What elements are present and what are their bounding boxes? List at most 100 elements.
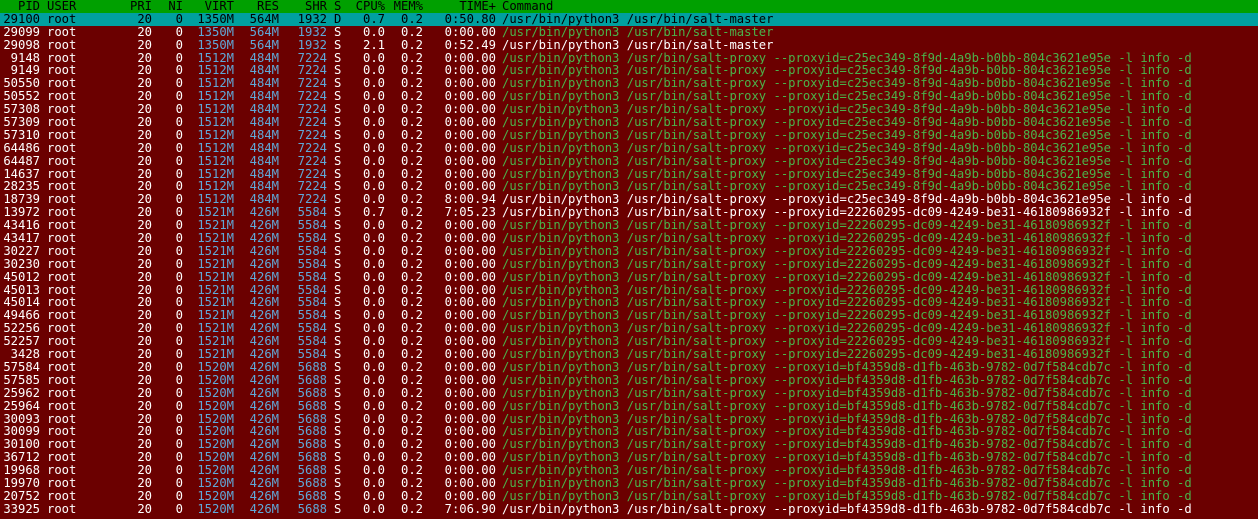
column-header-user[interactable]: USER [47, 0, 117, 13]
process-mem: 0.2 [400, 12, 423, 26]
process-shr: 7224 [297, 77, 327, 91]
process-priority: 20 [137, 270, 152, 284]
process-shr: 1932 [297, 25, 327, 39]
process-row[interactable]: 50552 root 20 0 1512M 484M 7224 S 0.0 0.2 0:00.00 /… [0, 90, 1258, 103]
column-header-command[interactable]: Command [502, 0, 1258, 13]
process-row[interactable]: 25964 root 20 0 1520M 426M 5688 S 0.0 0.2 0:00.00 /… [0, 400, 1258, 413]
process-row[interactable]: 57585 root 20 0 1520M 426M 5688 S 0.0 0.2 0:00.00 /… [0, 374, 1258, 387]
process-state: S [334, 206, 342, 220]
column-header-ni[interactable]: NI [157, 0, 183, 13]
process-row[interactable]: 50550 root 20 0 1512M 484M 7224 S 0.0 0.2 0:00.00 /… [0, 77, 1258, 90]
process-row[interactable]: 30099 root 20 0 1520M 426M 5688 S 0.0 0.2 0:00.00 /… [0, 425, 1258, 438]
process-res: 484M [249, 167, 279, 181]
process-res: 484M [249, 77, 279, 91]
process-state: S [334, 103, 342, 117]
process-row[interactable]: 30100 root 20 0 1520M 426M 5688 S 0.0 0.2 0:00.00 /… [0, 438, 1258, 451]
process-row[interactable]: 14637 root 20 0 1512M 484M 7224 S 0.0 0.2 0:00.00 /… [0, 168, 1258, 181]
process-row[interactable]: 30230 root 20 0 1521M 426M 5584 S 0.0 0.2 0:00.00 /… [0, 258, 1258, 271]
process-row[interactable]: 9149 root 20 0 1512M 484M 7224 S 0.0 0.2 0:00.00/u… [0, 64, 1258, 77]
process-row-selected[interactable]: 29100 root 20 0 1350M 564M 1932 D 0.7 0.2 0:50.80 /… [0, 12, 1258, 26]
process-user: root [47, 335, 77, 349]
process-row[interactable]: 18739 root 20 0 1512M 484M 7224 S 0.0 0.2 8:00.94 /… [0, 193, 1258, 206]
process-nice: 0 [175, 438, 183, 452]
process-row[interactable]: 13972 root 20 0 1521M 426M 5584 S 0.7 0.2 7:05.23 /… [0, 206, 1258, 219]
process-res: 426M [249, 412, 279, 426]
process-pid: 43417 [3, 232, 40, 245]
process-user: root [47, 167, 77, 181]
process-row[interactable]: 43417 root 20 0 1521M 426M 5584 S 0.0 0.2 0:00.00 /… [0, 232, 1258, 245]
process-row[interactable]: 28235 root 20 0 1512M 484M 7224 S 0.0 0.2 0:00.00 /… [0, 180, 1258, 193]
process-nice: 0 [175, 244, 183, 258]
process-command: /usr/bin/python3 /usr/bin/salt-proxy --p… [502, 90, 1192, 104]
process-row[interactable]: 57584 root 20 0 1520M 426M 5688 S 0.0 0.2 0:00.00 /… [0, 361, 1258, 374]
process-pid: 57309 [3, 116, 40, 129]
process-command: /usr/bin/python3 /usr/bin/salt-proxy --p… [502, 309, 1192, 323]
process-virt: 1512M [197, 64, 234, 78]
process-shr: 7224 [297, 193, 327, 207]
process-user: root [47, 476, 77, 490]
process-virt: 1520M [197, 438, 234, 452]
column-header-state[interactable]: S [334, 0, 346, 13]
process-row[interactable]: 57310 root 20 0 1512M 484M 7224 S 0.0 0.2 0:00.00 /… [0, 129, 1258, 142]
process-row[interactable]: 57308 root 20 0 1512M 484M 7224 S 0.0 0.2 0:00.00 /… [0, 103, 1258, 116]
process-time: 0:00.00 [444, 464, 496, 477]
process-row[interactable]: 25962 root 20 0 1520M 426M 5688 S 0.0 0.2 0:00.00 /… [0, 387, 1258, 400]
process-nice: 0 [175, 489, 183, 503]
column-header-virt[interactable]: VIRT [186, 0, 234, 13]
process-row[interactable]: 64486 root 20 0 1512M 484M 7224 S 0.0 0.2 0:00.00 /… [0, 142, 1258, 155]
column-header-pri[interactable]: PRI [118, 0, 152, 13]
process-time: 0:00.00 [444, 232, 496, 245]
process-time: 0:00.00 [444, 51, 496, 65]
process-row[interactable]: 45014 root 20 0 1521M 426M 5584 S 0.0 0.2 0:00.00 /… [0, 296, 1258, 309]
process-row[interactable]: 33925 root 20 0 1520M 426M 5688 S 0.0 0.2 7:06.90 /… [0, 503, 1258, 516]
process-state: S [334, 412, 342, 426]
column-header-cpu[interactable]: CPU% [351, 0, 385, 13]
process-command: /usr/bin/python3 /usr/bin/salt-proxy --p… [502, 451, 1192, 465]
process-row[interactable]: 43416 root 20 0 1521M 426M 5584 S 0.0 0.2 0:00.00 /… [0, 219, 1258, 232]
process-state: S [334, 360, 342, 374]
process-row[interactable]: 57309 root 20 0 1512M 484M 7224 S 0.0 0.2 0:00.00 /… [0, 116, 1258, 129]
process-row[interactable]: 64487 root 20 0 1512M 484M 7224 S 0.0 0.2 0:00.00 /… [0, 155, 1258, 168]
process-virt: 1512M [197, 141, 234, 155]
process-state: S [334, 348, 342, 361]
column-header-time[interactable]: TIME+ [432, 0, 496, 13]
process-row[interactable]: 9148 root 20 0 1512M 484M 7224 S 0.0 0.2 0:00.00/u… [0, 52, 1258, 65]
process-pid: 29099 [3, 25, 40, 39]
process-row[interactable]: 30093 root 20 0 1520M 426M 5688 S 0.0 0.2 0:00.00 /… [0, 413, 1258, 426]
process-state: S [334, 270, 342, 284]
process-pid: 29100 [3, 12, 40, 26]
process-row[interactable]: 30227 root 20 0 1521M 426M 5584 S 0.0 0.2 0:00.00 /… [0, 245, 1258, 258]
process-row[interactable]: 3428 root 20 0 1521M 426M 5584 S 0.0 0.2 0:00.00/u… [0, 348, 1258, 361]
process-row[interactable]: 52257 root 20 0 1521M 426M 5584 S 0.0 0.2 0:00.00 /… [0, 335, 1258, 348]
process-cpu: 0.0 [362, 335, 385, 349]
process-user: root [47, 180, 77, 194]
process-pid: 50552 [3, 90, 40, 104]
process-user: root [47, 360, 77, 374]
process-row[interactable]: 45013 root 20 0 1521M 426M 5584 S 0.0 0.2 0:00.00 /… [0, 284, 1258, 297]
process-row[interactable]: 19970 root 20 0 1520M 426M 5688 S 0.0 0.2 0:00.00 /… [0, 477, 1258, 490]
process-virt: 1512M [197, 167, 234, 181]
process-cpu: 0.0 [362, 154, 385, 168]
process-row[interactable]: 49466 root 20 0 1521M 426M 5584 S 0.0 0.2 0:00.00 /… [0, 309, 1258, 322]
process-row[interactable]: 29099 root 20 0 1350M 564M 1932 S 0.0 0.2 0:00.00 /… [0, 26, 1258, 39]
process-row[interactable]: 45012 root 20 0 1521M 426M 5584 S 0.0 0.2 0:00.00 /… [0, 271, 1258, 284]
process-row[interactable]: 36712 root 20 0 1520M 426M 5688 S 0.0 0.2 0:00.00 /… [0, 451, 1258, 464]
process-mem: 0.2 [400, 348, 423, 361]
process-row[interactable]: 29098 root 20 0 1350M 564M 1932 S 2.1 0.2 0:52.49 /… [0, 39, 1258, 52]
process-row[interactable]: 52256 root 20 0 1521M 426M 5584 S 0.0 0.2 0:00.00 /… [0, 322, 1258, 335]
column-header-shr[interactable]: SHR [282, 0, 327, 13]
process-time: 0:00.00 [444, 154, 496, 168]
process-pid: 57584 [3, 360, 40, 374]
column-header-mem[interactable]: MEM% [389, 0, 423, 13]
column-header-res[interactable]: RES [236, 0, 279, 13]
process-shr: 5688 [297, 360, 327, 374]
process-command: /usr/bin/python3 /usr/bin/salt-proxy --p… [502, 476, 1192, 490]
process-user: root [47, 399, 77, 413]
column-header-pid[interactable]: PID [0, 0, 40, 13]
process-mem: 0.2 [400, 38, 423, 52]
process-row[interactable]: 19968 root 20 0 1520M 426M 5688 S 0.0 0.2 0:00.00 /… [0, 464, 1258, 477]
process-pid: 30227 [3, 244, 40, 258]
process-mem: 0.2 [400, 90, 423, 104]
process-virt: 1521M [197, 309, 234, 323]
process-row[interactable]: 20752 root 20 0 1520M 426M 5688 S 0.0 0.2 0:00.00 /… [0, 490, 1258, 503]
